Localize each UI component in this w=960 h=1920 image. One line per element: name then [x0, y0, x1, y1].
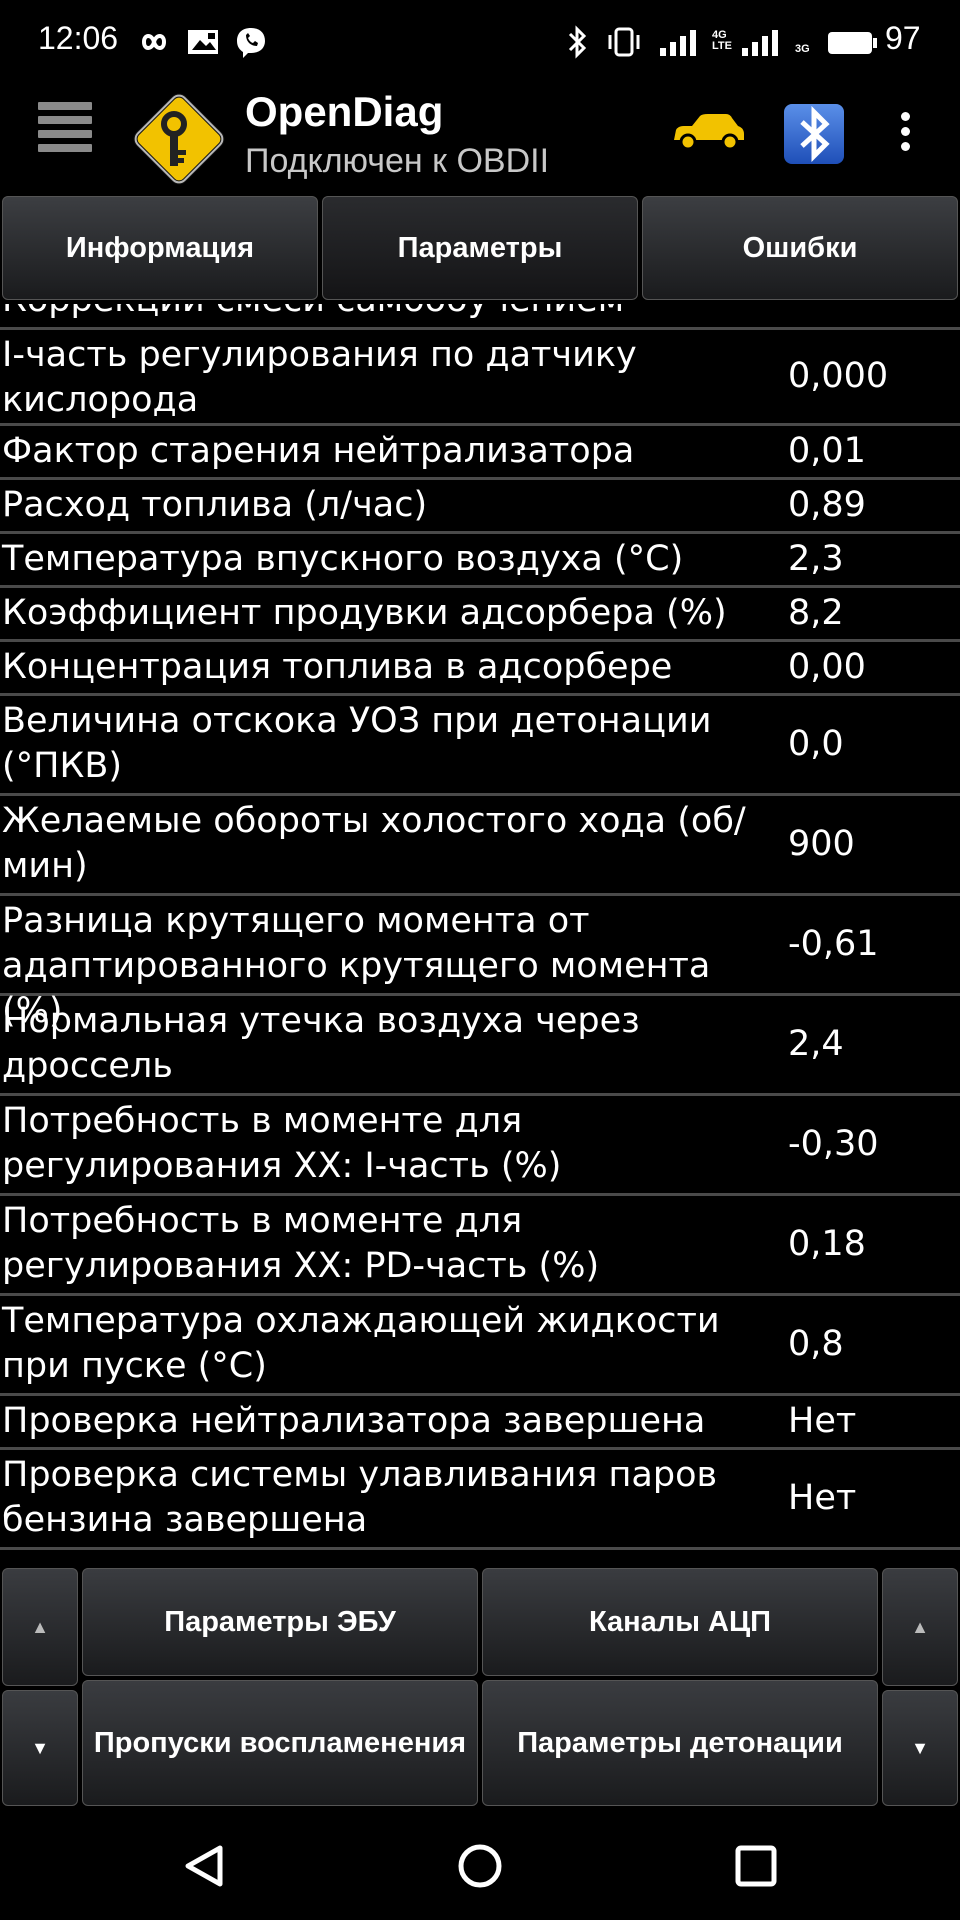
parameter-row[interactable]: Нормальная утечка воздуха через дроссель…	[0, 996, 960, 1096]
menu-icon[interactable]	[38, 102, 92, 158]
parameter-row[interactable]: Фактор старения нейтрализатора 0,01	[0, 426, 960, 480]
parameter-value: 0,18	[788, 1224, 866, 1264]
parameter-name: Проверка системы улавливания паров бензи…	[2, 1455, 718, 1540]
scroll-down-right-button[interactable]: ▼	[882, 1690, 958, 1806]
scroll-up-left-button[interactable]: ▲	[2, 1568, 78, 1686]
parameter-row[interactable]: Проверка нейтрализатора завершена Нет	[0, 1396, 960, 1450]
parameter-row[interactable]: Величина отскока УОЗ при детонации (°ПКВ…	[0, 696, 960, 796]
parameter-row[interactable]: Температура впускного воздуха (°С) 2,3	[0, 534, 960, 588]
parameter-list[interactable]: Коррекции смеси самообучением I-часть ре…	[0, 304, 960, 1566]
parameter-value: 0,89	[788, 485, 866, 525]
overflow-menu-icon[interactable]	[898, 112, 912, 156]
bottom-button-panel: ▲ Параметры ЭБУ Каналы АЦП ▲ ▼ Пропуски …	[0, 1566, 960, 1810]
status-time: 12:06	[38, 20, 119, 56]
parameter-row[interactable]: Потребность в моменте для регулирования …	[0, 1096, 960, 1196]
parameter-row[interactable]: Желаемые обороты холостого хода (об/мин)…	[0, 796, 960, 896]
tab-bar: Информация Параметры Ошибки	[0, 196, 960, 304]
back-icon[interactable]	[176, 1836, 236, 1896]
tab-parameters[interactable]: Параметры	[322, 196, 638, 300]
parameter-name: Проверка нейтрализатора завершена	[2, 1401, 706, 1441]
system-nav-bar	[0, 1810, 960, 1920]
home-icon[interactable]	[450, 1836, 510, 1896]
parameter-value: -0,30	[788, 1124, 879, 1164]
parameter-name: Величина отскока УОЗ при детонации (°ПКВ…	[2, 701, 712, 786]
tab-information[interactable]: Информация	[2, 196, 318, 300]
recents-icon[interactable]	[726, 1836, 786, 1896]
parameter-name: Коррекции смеси самообучением	[2, 304, 772, 323]
parameter-name: Желаемые обороты холостого хода (об/мин)	[2, 801, 746, 886]
status-bar: 12:06 4G LTE 3G 97	[0, 0, 960, 84]
app-bar: OpenDiag Подключен к OBDII	[0, 84, 960, 196]
signal-icon	[742, 30, 778, 56]
parameter-row[interactable]: Концентрация топлива в адсорбере 0,00	[0, 642, 960, 696]
parameter-name: Температура впускного воздуха (°С)	[2, 539, 684, 579]
parameter-name: Температура охлаждающей жидкости при пус…	[2, 1301, 720, 1386]
infinity-icon	[141, 34, 167, 50]
network-3g-label: 3G	[795, 43, 810, 55]
image-icon	[188, 30, 218, 54]
parameter-name: Коэффициент продувки адсорбера (%)	[2, 593, 727, 633]
parameter-row[interactable]: Коэффициент продувки адсорбера (%) 8,2	[0, 588, 960, 642]
parameter-name: I-часть регулирования по датчику кислоро…	[2, 335, 637, 420]
battery-icon	[828, 32, 877, 54]
knock-params-button[interactable]: Параметры детонации	[482, 1680, 878, 1806]
parameter-value: 2,4	[788, 1024, 844, 1064]
scroll-up-right-button[interactable]: ▲	[882, 1568, 958, 1686]
ecu-params-button[interactable]: Параметры ЭБУ	[82, 1568, 478, 1676]
signal-icon	[660, 30, 696, 56]
vibrate-icon	[608, 27, 640, 57]
parameter-value: 900	[788, 824, 855, 864]
parameter-value: 8,2	[788, 593, 844, 633]
parameter-name: Потребность в моменте для регулирования …	[2, 1201, 600, 1286]
misfires-button[interactable]: Пропуски воспламенения	[82, 1680, 478, 1806]
parameter-row[interactable]: Проверка системы улавливания паров бензи…	[0, 1450, 960, 1550]
parameter-row[interactable]: Разница крутящего момента от адаптирован…	[0, 896, 960, 1031]
car-icon[interactable]	[668, 106, 748, 156]
parameter-value: Нет	[788, 1478, 857, 1518]
tab-errors[interactable]: Ошибки	[642, 196, 958, 300]
adc-channels-button[interactable]: Каналы АЦП	[482, 1568, 878, 1676]
parameter-row[interactable]: Расход топлива (л/час) 0,89	[0, 480, 960, 534]
app-logo-icon	[133, 93, 225, 185]
parameter-value: Нет	[788, 1401, 857, 1441]
bluetooth-connect-icon[interactable]	[782, 102, 846, 166]
parameter-row[interactable]: Потребность в моменте для регулирования …	[0, 1196, 960, 1296]
parameter-name: Потребность в моменте для регулирования …	[2, 1101, 562, 1186]
parameter-value: 0,8	[788, 1324, 844, 1364]
network-4g-label: 4G LTE	[712, 29, 732, 52]
parameter-value: 2,3	[788, 539, 844, 579]
parameter-row[interactable]: Температура охлаждающей жидкости при пус…	[0, 1296, 960, 1396]
viber-icon	[237, 28, 265, 58]
parameter-name: Расход топлива (л/час)	[2, 485, 428, 525]
parameter-row[interactable]: I-часть регулирования по датчику кислоро…	[0, 330, 960, 426]
parameter-value: 0,00	[788, 647, 866, 687]
parameter-name: Нормальная утечка воздуха через дроссель	[2, 1001, 640, 1086]
parameter-value: 0,01	[788, 431, 866, 471]
parameter-row[interactable]: Коррекции смеси самообучением	[0, 304, 960, 330]
app-title: OpenDiag	[245, 88, 444, 135]
battery-level: 97	[885, 20, 921, 56]
parameter-name: Фактор старения нейтрализатора	[2, 431, 635, 471]
parameter-value: 0,0	[788, 724, 844, 764]
parameter-value: 0,000	[788, 356, 889, 396]
connection-status: Подключен к OBDII	[245, 142, 550, 180]
parameter-value: -0,61	[788, 924, 879, 964]
bluetooth-icon	[568, 25, 587, 59]
parameter-name: Концентрация топлива в адсорбере	[2, 647, 673, 687]
scroll-down-left-button[interactable]: ▼	[2, 1690, 78, 1806]
